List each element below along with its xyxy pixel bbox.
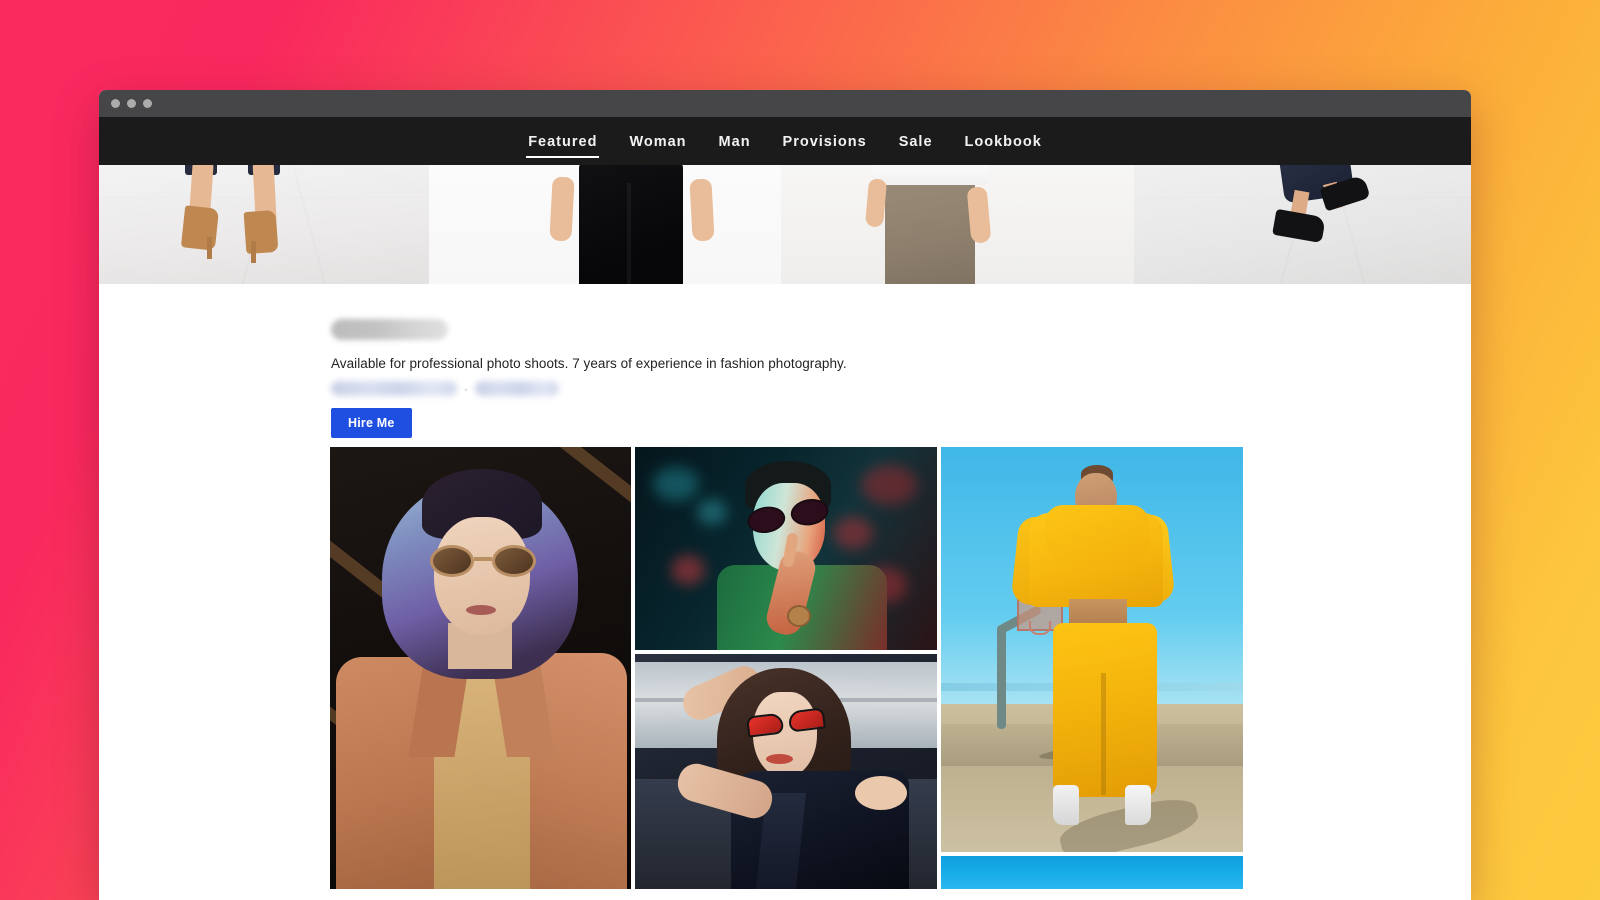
gallery-tile-3[interactable] <box>635 654 937 889</box>
gallery-tile-5[interactable] <box>941 856 1243 889</box>
gallery-column-3 <box>941 447 1243 889</box>
hero-slide-3[interactable] <box>781 165 1134 284</box>
sunglasses-icon <box>430 545 536 577</box>
model-lips <box>466 605 496 615</box>
trouser-seam <box>627 183 631 284</box>
sunglass-lens <box>745 712 785 738</box>
gallery-tile-2[interactable] <box>635 447 937 650</box>
tan-sandal <box>243 209 279 255</box>
nav-item-man[interactable]: Man <box>703 120 767 163</box>
nav-item-featured[interactable]: Featured <box>512 120 613 163</box>
sunglass-lens <box>430 545 474 577</box>
profile-bio: Available for professional photo shoots.… <box>331 356 847 371</box>
gallery-tile-1[interactable] <box>330 447 631 889</box>
gallery-column-2 <box>635 447 937 889</box>
sunglass-lens <box>492 545 536 577</box>
browser-window: Featured Woman Man Provisions Sale Lookb… <box>99 90 1471 900</box>
bare-shoulder <box>855 776 907 810</box>
gallery-column-1 <box>330 447 631 889</box>
bokeh-light <box>861 465 917 505</box>
nav-item-lookbook[interactable]: Lookbook <box>949 120 1058 163</box>
profile-section: Available for professional photo shoots.… <box>99 284 1471 605</box>
contact-separator: · <box>464 381 468 396</box>
white-boot <box>1053 785 1079 825</box>
nav-item-sale[interactable]: Sale <box>883 120 949 163</box>
bokeh-light <box>671 555 705 585</box>
gallery-tile-4[interactable] <box>941 447 1243 852</box>
hero-image-strip <box>99 165 1471 284</box>
bokeh-light <box>697 499 727 525</box>
profile-name-redacted <box>331 319 448 340</box>
sunglass-lens <box>787 707 826 733</box>
photo-gallery <box>99 447 1471 889</box>
bokeh-light <box>833 517 873 549</box>
sandal-heel <box>207 237 212 259</box>
pant-seam <box>1101 673 1106 795</box>
model-hand <box>549 176 575 242</box>
black-trousers <box>579 165 683 284</box>
taupe-skirt <box>885 173 975 284</box>
model-hand <box>966 186 992 244</box>
window-titlebar <box>99 90 1471 117</box>
page-content: Available for professional photo shoots.… <box>99 284 1471 889</box>
model-hand <box>864 178 888 228</box>
basketball-pole <box>997 625 1006 729</box>
nav-item-woman[interactable]: Woman <box>613 120 702 163</box>
hire-me-button[interactable]: Hire Me <box>331 408 412 438</box>
white-shirt <box>873 165 989 185</box>
basketball-hoop-icon <box>1029 621 1051 635</box>
tan-sandal <box>180 205 220 251</box>
hero-slide-4[interactable] <box>1134 165 1471 284</box>
sunglass-bridge <box>474 557 492 561</box>
model-hand <box>689 178 715 242</box>
hoodie-hood <box>1045 505 1149 565</box>
close-window-icon[interactable] <box>111 99 120 108</box>
sandal-heel <box>251 241 256 263</box>
maximize-window-icon[interactable] <box>143 99 152 108</box>
wristwatch-icon <box>787 605 811 627</box>
hero-slide-1[interactable] <box>99 165 429 284</box>
white-boot <box>1125 785 1151 825</box>
main-navigation: Featured Woman Man Provisions Sale Lookb… <box>99 117 1471 165</box>
minimize-window-icon[interactable] <box>127 99 136 108</box>
contact-phone-redacted[interactable] <box>475 381 559 396</box>
contact-row: · <box>331 381 1471 396</box>
nav-item-provisions[interactable]: Provisions <box>767 120 883 163</box>
hero-slide-2[interactable] <box>429 165 781 284</box>
contact-email-redacted[interactable] <box>331 381 457 396</box>
model-lips <box>766 754 793 764</box>
bokeh-light <box>653 467 699 501</box>
